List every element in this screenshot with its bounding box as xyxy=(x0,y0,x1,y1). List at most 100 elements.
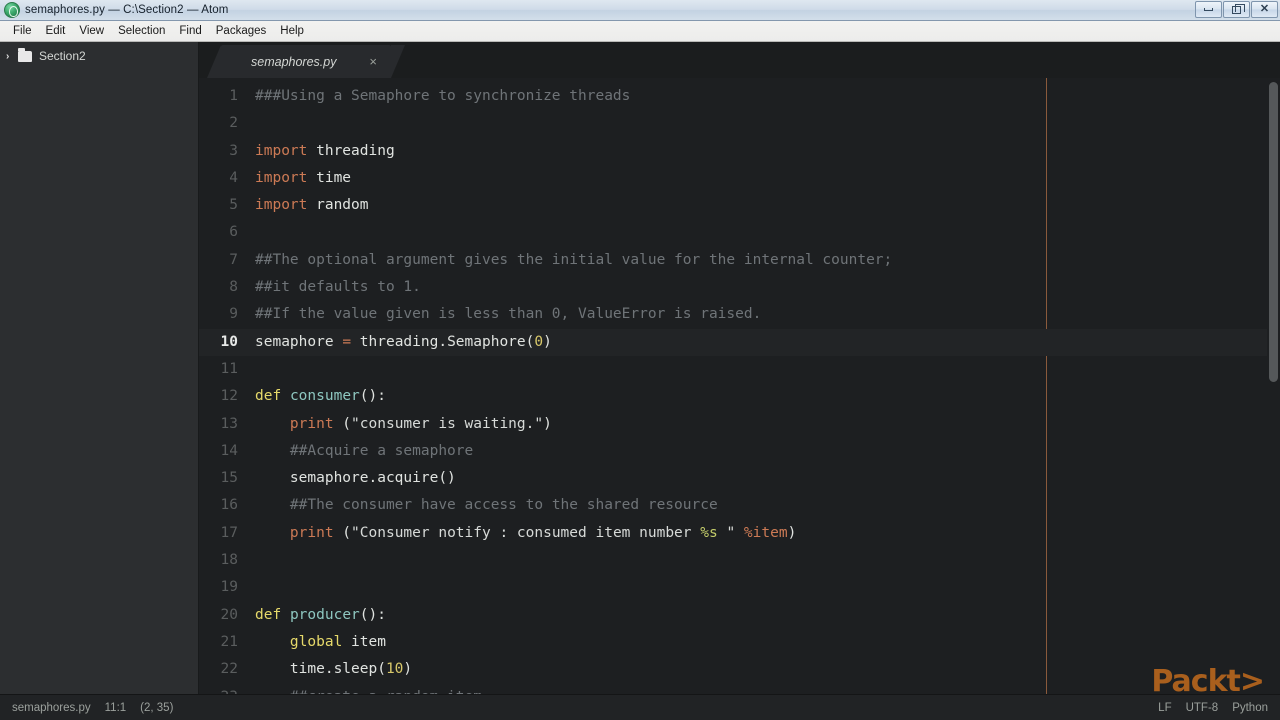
restore-icon xyxy=(1232,3,1245,14)
code-line-text: ##The consumer have access to the shared… xyxy=(247,492,1280,519)
status-filename[interactable]: semaphores.py xyxy=(12,702,91,714)
token-string: " xyxy=(717,524,736,541)
line-number: 23 xyxy=(199,684,247,694)
line-number: 18 xyxy=(220,552,238,569)
line-number: 20 xyxy=(220,606,238,623)
menu-item-view[interactable]: View xyxy=(72,23,111,39)
code-line[interactable]: 22 time.sleep(10) xyxy=(199,656,1280,683)
code-line[interactable]: 18 xyxy=(199,547,1280,574)
status-encoding[interactable]: UTF-8 xyxy=(1186,702,1219,714)
tab-semaphores-py[interactable]: semaphores.py × xyxy=(207,45,405,78)
code-line[interactable]: 20 def producer(): xyxy=(199,602,1280,629)
token-string: "consumer is waiting." xyxy=(351,415,544,432)
menu-item-help[interactable]: Help xyxy=(273,23,311,39)
status-cursor-position[interactable]: 11:1 xyxy=(105,702,127,714)
code-line[interactable]: 9 ##If the value given is less than 0, Va… xyxy=(199,301,1280,328)
code-line[interactable]: 13 print ("consumer is waiting.") xyxy=(199,411,1280,438)
token-plain: semaphore.acquire() xyxy=(255,470,456,487)
status-line-ending[interactable]: LF xyxy=(1158,702,1171,714)
code-line[interactable]: 12 def consumer(): xyxy=(199,383,1280,410)
status-grammar[interactable]: Python xyxy=(1232,702,1268,714)
code-line[interactable]: 7 ##The optional argument gives the initi… xyxy=(199,247,1280,274)
code-line[interactable]: 21 global item xyxy=(199,629,1280,656)
token-keyword: import xyxy=(255,169,308,186)
line-number: 12 xyxy=(220,388,238,405)
token-fmt: %s xyxy=(700,524,718,541)
code-line-text xyxy=(247,219,1280,246)
token-plain: ) xyxy=(787,524,797,541)
atom-logo-icon xyxy=(4,2,20,18)
menu-item-selection[interactable]: Selection xyxy=(111,23,172,39)
token-number: 10 xyxy=(385,661,404,678)
token-func: consumer xyxy=(289,388,360,405)
code-line[interactable]: 19 xyxy=(199,574,1280,601)
maximize-button[interactable] xyxy=(1223,1,1250,18)
tree-item-section2[interactable]: › Section2 xyxy=(0,46,198,66)
token-plain: ) xyxy=(403,661,413,678)
code-line[interactable]: 11 xyxy=(199,356,1280,383)
code-line[interactable]: 10 semaphore = threading.Semaphore(0) xyxy=(199,328,1280,356)
code-line[interactable]: 15 semaphore.acquire() xyxy=(199,465,1280,492)
token-plain: time xyxy=(307,169,352,186)
vertical-scrollbar-thumb[interactable] xyxy=(1269,82,1278,382)
code-line-text: import random xyxy=(247,192,1280,219)
code-line[interactable]: 23 ##create a random item xyxy=(199,684,1280,694)
code-line-text: ##If the value given is less than 0, Val… xyxy=(247,301,1280,328)
status-bar-right: LF UTF-8 Python xyxy=(1158,702,1268,714)
code-editor[interactable]: 1 ###Using a Semaphore to synchronize thr… xyxy=(199,78,1280,694)
status-selection[interactable]: (2, 35) xyxy=(140,702,173,714)
code-line-text xyxy=(247,574,1280,601)
minimize-icon xyxy=(1204,8,1213,11)
code-line[interactable]: 4 import time xyxy=(199,165,1280,192)
code-line[interactable]: 5 import random xyxy=(199,192,1280,219)
code-line[interactable]: 1 ###Using a Semaphore to synchronize thr… xyxy=(199,83,1280,110)
close-button[interactable]: ✕ xyxy=(1251,1,1278,18)
line-number: 14 xyxy=(220,442,238,459)
line-number: 1 xyxy=(229,88,238,104)
code-line-text xyxy=(247,547,1280,574)
menu-item-packages[interactable]: Packages xyxy=(209,23,274,39)
chevron-right-icon[interactable]: › xyxy=(6,51,18,62)
code-line-text: ##it defaults to 1. xyxy=(247,274,1280,301)
token-operator: = xyxy=(342,333,352,350)
tree-item-label: Section2 xyxy=(39,49,86,63)
token-def: global xyxy=(289,633,343,650)
token-plain: (): xyxy=(359,388,386,405)
code-line[interactable]: 6 xyxy=(199,219,1280,246)
token-builtin: print xyxy=(289,524,334,541)
code-line[interactable]: 8 ##it defaults to 1. xyxy=(199,274,1280,301)
token-plain: ( xyxy=(333,524,352,541)
code-line-text: def consumer(): xyxy=(247,383,1280,410)
folder-icon xyxy=(18,47,32,62)
workspace: › Section2 semaphores.py × 1 ###Using a S… xyxy=(0,42,1280,694)
code-line-text: semaphore.acquire() xyxy=(247,465,1280,492)
code-line-text: import time xyxy=(247,165,1280,192)
line-number: 6 xyxy=(229,224,238,241)
token-plain: threading.Semaphore( xyxy=(351,333,535,350)
menu-item-find[interactable]: Find xyxy=(172,23,208,39)
tab-label: semaphores.py xyxy=(251,54,337,69)
token-plain: item xyxy=(342,633,386,650)
minimize-button[interactable] xyxy=(1195,1,1222,18)
code-line-text: semaphore = threading.Semaphore(0) xyxy=(247,329,1280,356)
menu-item-file[interactable]: File xyxy=(6,23,39,39)
code-line[interactable]: 16 ##The consumer have access to the sha… xyxy=(199,492,1280,519)
line-number: 21 xyxy=(220,633,238,650)
code-line-text xyxy=(247,110,1280,137)
menu-item-edit[interactable]: Edit xyxy=(39,23,73,39)
code-line[interactable]: 2 xyxy=(199,110,1280,137)
line-number: 22 xyxy=(220,661,238,678)
title-bar: semaphores.py — C:\Section2 — Atom ✕ xyxy=(0,0,1280,21)
code-line[interactable]: 3 import threading xyxy=(199,138,1280,165)
vertical-scrollbar[interactable] xyxy=(1267,78,1280,694)
token-keyword: import xyxy=(255,142,308,159)
menu-bar: File Edit View Selection Find Packages H… xyxy=(0,21,1280,42)
tab-close-icon[interactable]: × xyxy=(345,54,377,69)
token-plain: semaphore xyxy=(255,333,343,350)
code-line[interactable]: 14 ##Acquire a semaphore xyxy=(199,438,1280,465)
code-line[interactable]: 17 print ("Consumer notify : consumed it… xyxy=(199,520,1280,547)
